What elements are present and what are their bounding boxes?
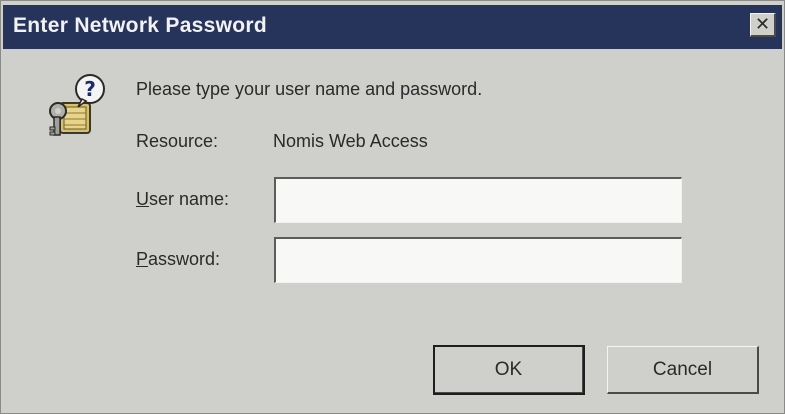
- prompt-text: Please type your user name and password.: [136, 79, 483, 99]
- cancel-button[interactable]: Cancel: [607, 346, 759, 394]
- ok-button-label: OK: [494, 358, 523, 380]
- resource-value: Nomis Web Access: [273, 131, 428, 151]
- close-button[interactable]: ✕: [750, 13, 776, 37]
- keys-icon: ?: [49, 74, 105, 136]
- password-label: Password:: [136, 249, 220, 270]
- resource-label: Resource:: [136, 131, 219, 151]
- svg-text:?: ?: [84, 77, 96, 101]
- title-bar[interactable]: Enter Network Password ✕: [3, 5, 782, 49]
- user-name-label: User name:: [136, 189, 229, 210]
- password-accelerator: P: [136, 249, 149, 269]
- ok-button[interactable]: OK: [433, 345, 585, 395]
- close-icon: ✕: [754, 13, 771, 35]
- user-name-accelerator: U: [136, 189, 149, 209]
- window-title: Enter Network Password: [13, 14, 268, 37]
- password-label-text: assword:: [148, 249, 221, 269]
- cancel-button-label: Cancel: [652, 358, 713, 380]
- password-input[interactable]: [274, 237, 682, 283]
- user-name-label-text: ser name:: [149, 189, 230, 209]
- network-password-dialog: Enter Network Password ✕ ? Please type y…: [0, 0, 785, 414]
- user-name-input[interactable]: [274, 177, 682, 223]
